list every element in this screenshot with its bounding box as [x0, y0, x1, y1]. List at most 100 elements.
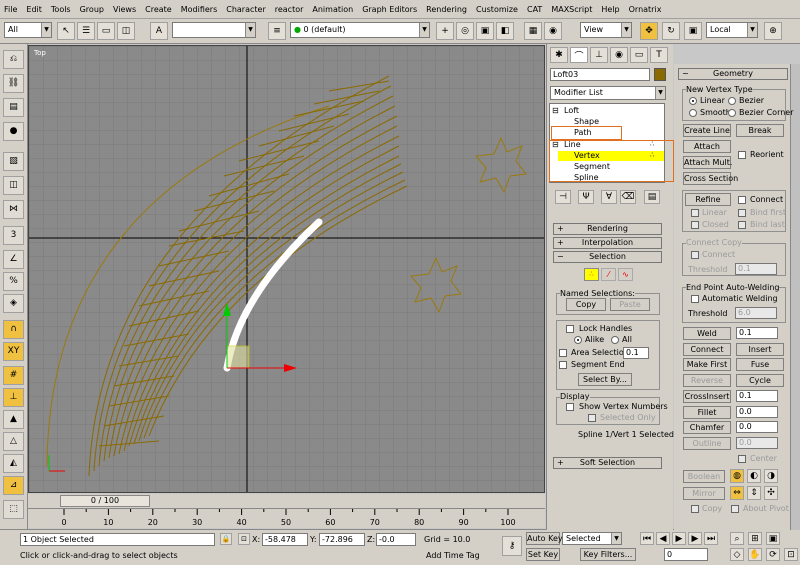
display-tab-icon[interactable]: ▭ — [630, 47, 648, 63]
goto-start-icon[interactable]: ⏮ — [640, 532, 654, 545]
object-name-field[interactable]: Loft03 — [550, 68, 650, 81]
segment-subobject-icon[interactable]: ⁄ — [601, 268, 616, 281]
next-frame-icon[interactable]: ▶ — [688, 532, 702, 545]
undo-icon[interactable]: ⎌ — [3, 50, 24, 69]
geometry-rollout[interactable]: − Geometry — [678, 68, 788, 80]
bind-first-checkbox[interactable] — [738, 209, 746, 217]
linear-checkbox[interactable] — [691, 209, 699, 217]
lock-icon[interactable]: 🔒 — [220, 533, 232, 545]
automatic-welding-checkbox[interactable] — [691, 295, 699, 303]
weld-spinner[interactable]: 0.1 — [736, 327, 778, 339]
mirror-horizontal-icon[interactable]: ⇔ — [730, 486, 744, 500]
modify-tab-icon[interactable]: ⌒ — [570, 47, 588, 63]
named-selection-icon[interactable]: A — [150, 22, 168, 40]
menu-item-edit[interactable]: Edit — [26, 5, 42, 14]
snaps-3-icon[interactable]: 3 — [3, 226, 24, 245]
copy-named-button[interactable]: Copy — [566, 298, 606, 311]
reorient-checkbox[interactable] — [738, 151, 746, 159]
segment-end-checkbox[interactable] — [559, 361, 567, 369]
make-unique-icon[interactable]: ∀ — [601, 190, 617, 204]
align-icon[interactable]: ▲ — [3, 410, 24, 429]
object-color-swatch[interactable] — [654, 68, 666, 81]
weld-button[interactable]: Weld — [683, 327, 731, 340]
menu-item-character[interactable]: Character — [226, 5, 266, 14]
percent-snap-icon[interactable]: % — [3, 272, 24, 291]
prev-frame-icon[interactable]: ◀ — [656, 532, 670, 545]
make-first-button[interactable]: Make First — [683, 358, 731, 371]
mirror-vertical-icon[interactable]: ⇕ — [747, 486, 761, 500]
subtract-icon[interactable]: ◐ — [747, 469, 761, 483]
mirror-button[interactable]: Mirror — [683, 487, 725, 500]
current-frame-field[interactable]: 0 — [664, 548, 708, 561]
vertex-subobject-icon[interactable]: ∴ — [584, 268, 599, 281]
bind-last-checkbox[interactable] — [738, 221, 746, 229]
selected-only-checkbox[interactable] — [588, 414, 596, 422]
reference-coord-dropdown[interactable]: View ▼ — [580, 22, 632, 38]
bezier-radio[interactable] — [728, 97, 736, 105]
grid-snap-icon[interactable]: # — [3, 366, 24, 385]
lock-handles-checkbox[interactable] — [566, 325, 574, 333]
select-region-icon[interactable]: ▧ — [3, 152, 24, 171]
paste-named-button[interactable]: Paste — [610, 298, 650, 311]
material-editor-icon[interactable]: ● — [3, 122, 24, 141]
closed-checkbox[interactable] — [691, 221, 699, 229]
layer-hide-icon[interactable]: ◧ — [496, 22, 514, 40]
menu-item-ornatrix[interactable]: Ornatrix — [629, 5, 662, 14]
stack-item-shape[interactable]: Shape — [574, 117, 599, 126]
clone-icon[interactable]: ⬚ — [3, 500, 24, 519]
goto-end-icon[interactable]: ⏭ — [704, 532, 718, 545]
threshold2-spinner[interactable]: 6.0 — [735, 307, 777, 319]
mirror-both-icon[interactable]: ✣ — [764, 486, 778, 500]
boolean-button[interactable]: Boolean — [683, 470, 725, 483]
key-filters-button[interactable]: Key Filters... — [580, 548, 636, 561]
maximize-viewport-icon[interactable]: ⊡ — [784, 548, 798, 561]
all-radio[interactable] — [611, 336, 619, 344]
selection-filter-dropdown[interactable]: All ▼ — [4, 22, 52, 38]
insert-button[interactable]: Insert — [736, 343, 784, 356]
window-crossing-icon[interactable]: ◫ — [117, 22, 135, 40]
named-selection-sets-dropdown[interactable]: ▼ — [172, 22, 256, 38]
angle-snap-icon[interactable]: ∠ — [3, 250, 24, 269]
menu-item-graph-editors[interactable]: Graph Editors — [362, 5, 417, 14]
fov-icon[interactable]: ◇ — [730, 548, 744, 561]
attach-mult-button[interactable]: Attach Mult. — [683, 156, 732, 169]
center-checkbox[interactable] — [738, 455, 746, 463]
key-mode-dropdown[interactable]: Selected ▼ — [562, 532, 622, 545]
connect-copy-checkbox[interactable] — [691, 251, 699, 259]
auto-key-button[interactable]: Auto Key — [526, 532, 563, 545]
gizmo-plane[interactable] — [226, 345, 250, 369]
hierarchy-tab-icon[interactable]: ⊥ — [590, 47, 608, 63]
chamfer-button[interactable]: Chamfer — [683, 421, 731, 434]
remove-modifier-icon[interactable]: ⌫ — [620, 190, 636, 204]
place-highlight-icon[interactable]: ◭ — [3, 454, 24, 473]
fillet-spinner[interactable]: 0.0 — [736, 406, 778, 418]
play-icon[interactable]: ▶ — [672, 532, 686, 545]
soft-selection-rollout[interactable]: + Soft Selection — [553, 457, 662, 469]
interpolation-rollout[interactable]: + Interpolation — [553, 237, 662, 249]
break-button[interactable]: Break — [736, 124, 784, 137]
axis-icon[interactable]: ⊥ — [3, 388, 24, 407]
rectangle-selection-icon[interactable]: ▭ — [97, 22, 115, 40]
area-selection-spinner[interactable]: 0.1 — [623, 347, 649, 359]
menu-item-group[interactable]: Group — [80, 5, 104, 14]
menu-item-file[interactable]: File — [4, 5, 17, 14]
menu-item-cat[interactable]: CAT — [527, 5, 542, 14]
menu-item-customize[interactable]: Customize — [476, 5, 518, 14]
intersect-icon[interactable]: ◑ — [764, 469, 778, 483]
menu-item-animation[interactable]: Animation — [312, 5, 353, 14]
connect-button[interactable]: Connect — [683, 343, 731, 356]
key-icon[interactable]: ⚷ — [502, 536, 522, 556]
pan-icon[interactable]: ✋ — [748, 548, 762, 561]
rotate-icon[interactable]: ↻ — [662, 22, 680, 40]
outline-spinner[interactable]: 0.0 — [736, 437, 778, 449]
panel-scrollbar[interactable] — [790, 64, 800, 530]
magnet-icon[interactable]: ∩ — [3, 320, 24, 339]
track-bar[interactable]: 0 10 20 30 40 50 60 70 80 90 100 — [28, 508, 545, 528]
select-object-icon[interactable]: ↖ — [57, 22, 75, 40]
bezier-corner-radio[interactable] — [728, 109, 736, 117]
x-coordinate-field[interactable]: -58.478 — [262, 533, 308, 546]
z-coordinate-field[interactable]: -0.0 — [376, 533, 416, 546]
select-by-button[interactable]: Select By... — [578, 373, 632, 386]
select-by-name-icon[interactable]: ☰ — [77, 22, 95, 40]
cycle-button[interactable]: Cycle — [736, 374, 784, 387]
